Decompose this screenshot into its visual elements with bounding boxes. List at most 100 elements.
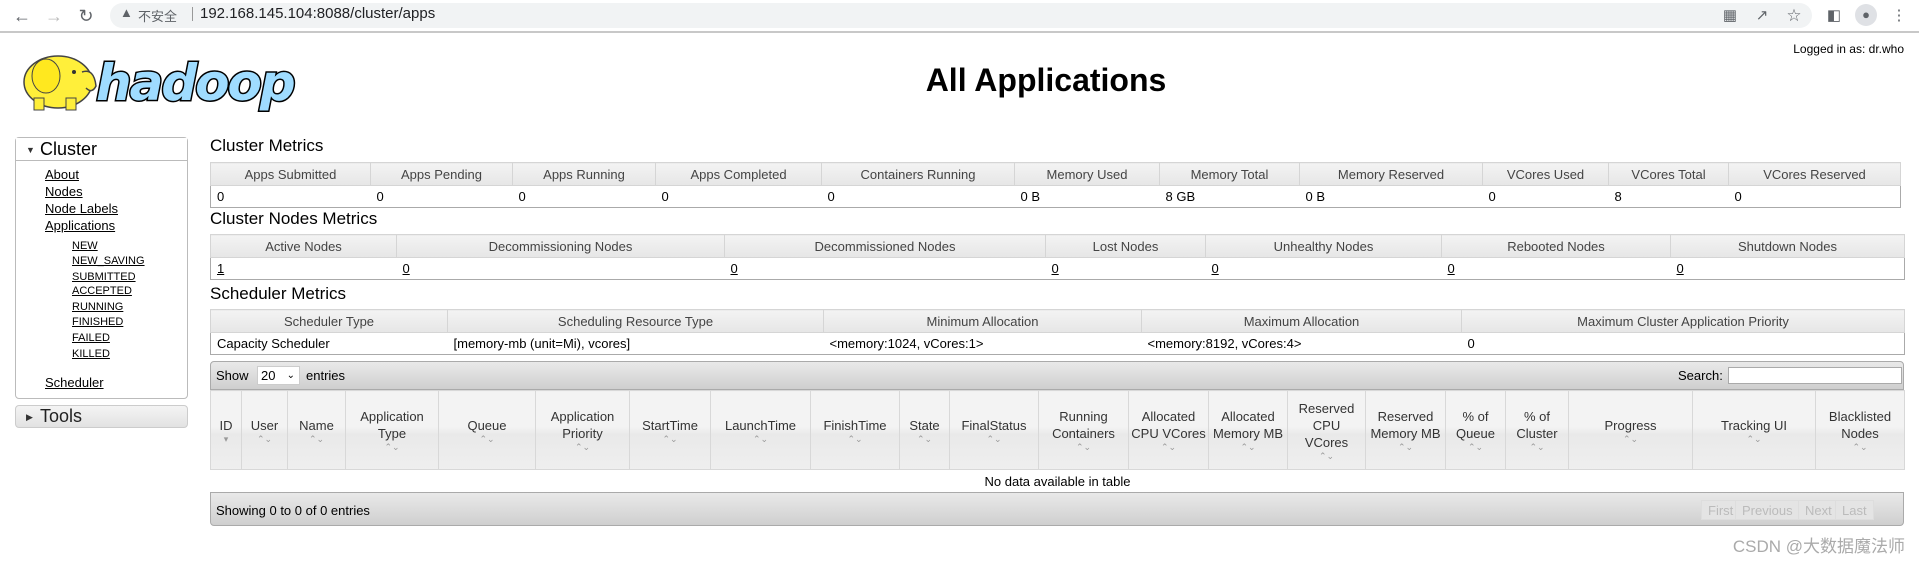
- cluster-metrics-heading: Cluster Metrics: [210, 136, 324, 155]
- metric-cell: 0: [210, 185, 371, 208]
- pagination-next[interactable]: Next: [1798, 500, 1839, 520]
- column-header-sortable[interactable]: State ⌃⌄: [899, 390, 950, 470]
- back-icon[interactable]: ←: [12, 6, 32, 26]
- sidebar-state-accepted[interactable]: ACCEPTED: [72, 285, 132, 297]
- column-header: Scheduler Type: [210, 309, 448, 333]
- column-header-sortable[interactable]: Queue ⌃⌄: [438, 390, 536, 470]
- browser-toolbar: ← → ↻ ▲ 不安全 192.168.145.104:8088/cluster…: [0, 0, 1919, 33]
- column-header-sortable[interactable]: StartTime ⌃⌄: [629, 390, 711, 470]
- warning-icon[interactable]: ▲: [120, 5, 133, 20]
- search-input[interactable]: [1728, 367, 1902, 384]
- forward-icon[interactable]: →: [44, 6, 64, 26]
- insecure-label[interactable]: 不安全: [138, 6, 177, 25]
- sidebar-state-failed[interactable]: FAILED: [72, 332, 110, 344]
- column-header-sortable[interactable]: Tracking UI ⌃⌄: [1692, 390, 1816, 470]
- sidebar-link-about[interactable]: About: [45, 167, 79, 182]
- sidebar-link-scheduler[interactable]: Scheduler: [45, 375, 104, 390]
- column-header-sortable[interactable]: % of Queue ⌃⌄: [1445, 390, 1506, 470]
- sidebar-link-node-labels[interactable]: Node Labels: [45, 201, 118, 216]
- column-label: StartTime: [642, 417, 698, 433]
- column-label: ID: [219, 417, 233, 433]
- metric-link[interactable]: 1: [217, 261, 224, 276]
- metric-link[interactable]: 0: [1052, 261, 1059, 276]
- metric-cell: 8 GB: [1159, 185, 1300, 208]
- cluster-label: Cluster: [40, 139, 98, 159]
- sort-both-icon: ⌃⌄: [1746, 433, 1762, 444]
- sidebar-state-submitted[interactable]: SUBMITTED: [72, 271, 136, 283]
- column-header: Memory Used: [1014, 162, 1160, 186]
- column-header-sortable[interactable]: Allocated Memory MB ⌃⌄: [1208, 390, 1288, 470]
- logged-in-user: Logged in as: dr.who: [1793, 42, 1904, 56]
- tools-section-toggle[interactable]: ▶ Tools: [15, 405, 188, 428]
- column-label: Application Priority: [550, 409, 615, 441]
- column-label: Allocated CPU VCores: [1131, 409, 1206, 441]
- column-header: Containers Running: [821, 162, 1015, 186]
- column-label: State: [909, 417, 940, 433]
- column-header: Decommissioning Nodes: [396, 234, 725, 258]
- sidebar-state-running[interactable]: RUNNING: [72, 301, 123, 313]
- column-header: Scheduling Resource Type: [447, 309, 824, 333]
- sidebar-link-applications[interactable]: Applications: [45, 218, 115, 233]
- metric-cell: 8: [1608, 185, 1729, 208]
- metric-link[interactable]: 0: [1677, 261, 1684, 276]
- column-label: % of Cluster: [1516, 409, 1558, 441]
- sort-both-icon: ⌃⌄: [384, 442, 400, 452]
- share-icon[interactable]: ↗: [1752, 6, 1772, 26]
- column-header-sortable[interactable]: ID ▾: [210, 390, 242, 470]
- sidebar-state-new-saving[interactable]: NEW_SAVING: [72, 255, 145, 267]
- column-header-sortable[interactable]: Running Containers ⌃⌄: [1038, 390, 1129, 470]
- divider: [192, 7, 193, 21]
- sidebar-state-new[interactable]: NEW: [72, 240, 98, 252]
- page-size-select[interactable]: 20 ⌄: [257, 366, 300, 385]
- column-label: FinalStatus: [961, 417, 1027, 433]
- pagination-previous[interactable]: Previous: [1735, 500, 1800, 520]
- metric-link[interactable]: 0: [403, 261, 410, 276]
- column-header-sortable[interactable]: FinalStatus ⌃⌄: [949, 390, 1039, 470]
- column-header-sortable[interactable]: Progress ⌃⌄: [1568, 390, 1693, 470]
- star-icon[interactable]: ☆: [1784, 6, 1804, 26]
- column-header-sortable[interactable]: User ⌃⌄: [241, 390, 288, 470]
- metric-link[interactable]: 0: [1448, 261, 1455, 276]
- column-header: Maximum Cluster Application Priority: [1461, 309, 1905, 333]
- column-header-sortable[interactable]: Allocated CPU VCores ⌃⌄: [1128, 390, 1209, 470]
- metric-cell: 0 B: [1014, 185, 1160, 208]
- column-label: Application Type: [360, 409, 424, 441]
- column-header-sortable[interactable]: Application Type ⌃⌄: [345, 390, 439, 470]
- cluster-section-toggle[interactable]: ▼ Cluster: [16, 138, 187, 161]
- metric-link[interactable]: 0: [1212, 261, 1219, 276]
- metric-cell: 0: [1482, 185, 1609, 208]
- column-header-sortable[interactable]: Reserved Memory MB ⌃⌄: [1365, 390, 1446, 470]
- reload-icon[interactable]: ↻: [76, 6, 96, 26]
- pagination-last[interactable]: Last: [1835, 500, 1874, 520]
- column-label: % of Queue: [1455, 409, 1496, 441]
- show-label: Show: [216, 368, 249, 383]
- sidebar-link-nodes[interactable]: Nodes: [45, 184, 83, 199]
- column-label: LaunchTime: [724, 417, 797, 433]
- metric-link[interactable]: 0: [731, 261, 738, 276]
- column-label: Reserved Memory MB: [1370, 409, 1441, 441]
- column-header-sortable[interactable]: Reserved CPU VCores ⌃⌄: [1287, 390, 1366, 470]
- column-header-sortable[interactable]: % of Cluster ⌃⌄: [1505, 390, 1569, 470]
- url-text[interactable]: 192.168.145.104:8088/cluster/apps: [200, 5, 435, 22]
- column-header-sortable[interactable]: Application Priority ⌃⌄: [535, 390, 630, 470]
- sidebar-state-killed[interactable]: KILLED: [72, 348, 110, 360]
- column-header-sortable[interactable]: FinishTime ⌃⌄: [810, 390, 900, 470]
- scheduler-metrics-heading: Scheduler Metrics: [210, 284, 347, 303]
- side-panel-icon[interactable]: ◧: [1824, 6, 1844, 26]
- column-header-sortable[interactable]: LaunchTime ⌃⌄: [710, 390, 811, 470]
- sidebar-state-finished[interactable]: FINISHED: [72, 316, 123, 328]
- column-label: FinishTime: [823, 417, 887, 433]
- chevron-down-icon: ⌄: [286, 370, 295, 381]
- profile-avatar-icon[interactable]: ●: [1855, 4, 1877, 26]
- metric-cell: 0: [1441, 257, 1671, 280]
- translate-icon[interactable]: ▦: [1720, 6, 1740, 26]
- column-header-sortable[interactable]: Name ⌃⌄: [287, 390, 346, 470]
- sort-both-icon: ⌃⌄: [752, 433, 769, 444]
- sort-both-icon: ⌃⌄: [1622, 433, 1639, 444]
- menu-kebab-icon[interactable]: ⋮: [1889, 6, 1909, 26]
- sort-both-icon: ⌃⌄: [1529, 442, 1545, 452]
- column-header: Decommissioned Nodes: [724, 234, 1046, 258]
- page-title: All Applications: [925, 62, 1167, 98]
- column-header-sortable[interactable]: Blacklisted Nodes ⌃⌄: [1815, 390, 1905, 470]
- scheduler-metrics-table: Scheduler Type Scheduling Resource Type Mi…: [210, 309, 1905, 355]
